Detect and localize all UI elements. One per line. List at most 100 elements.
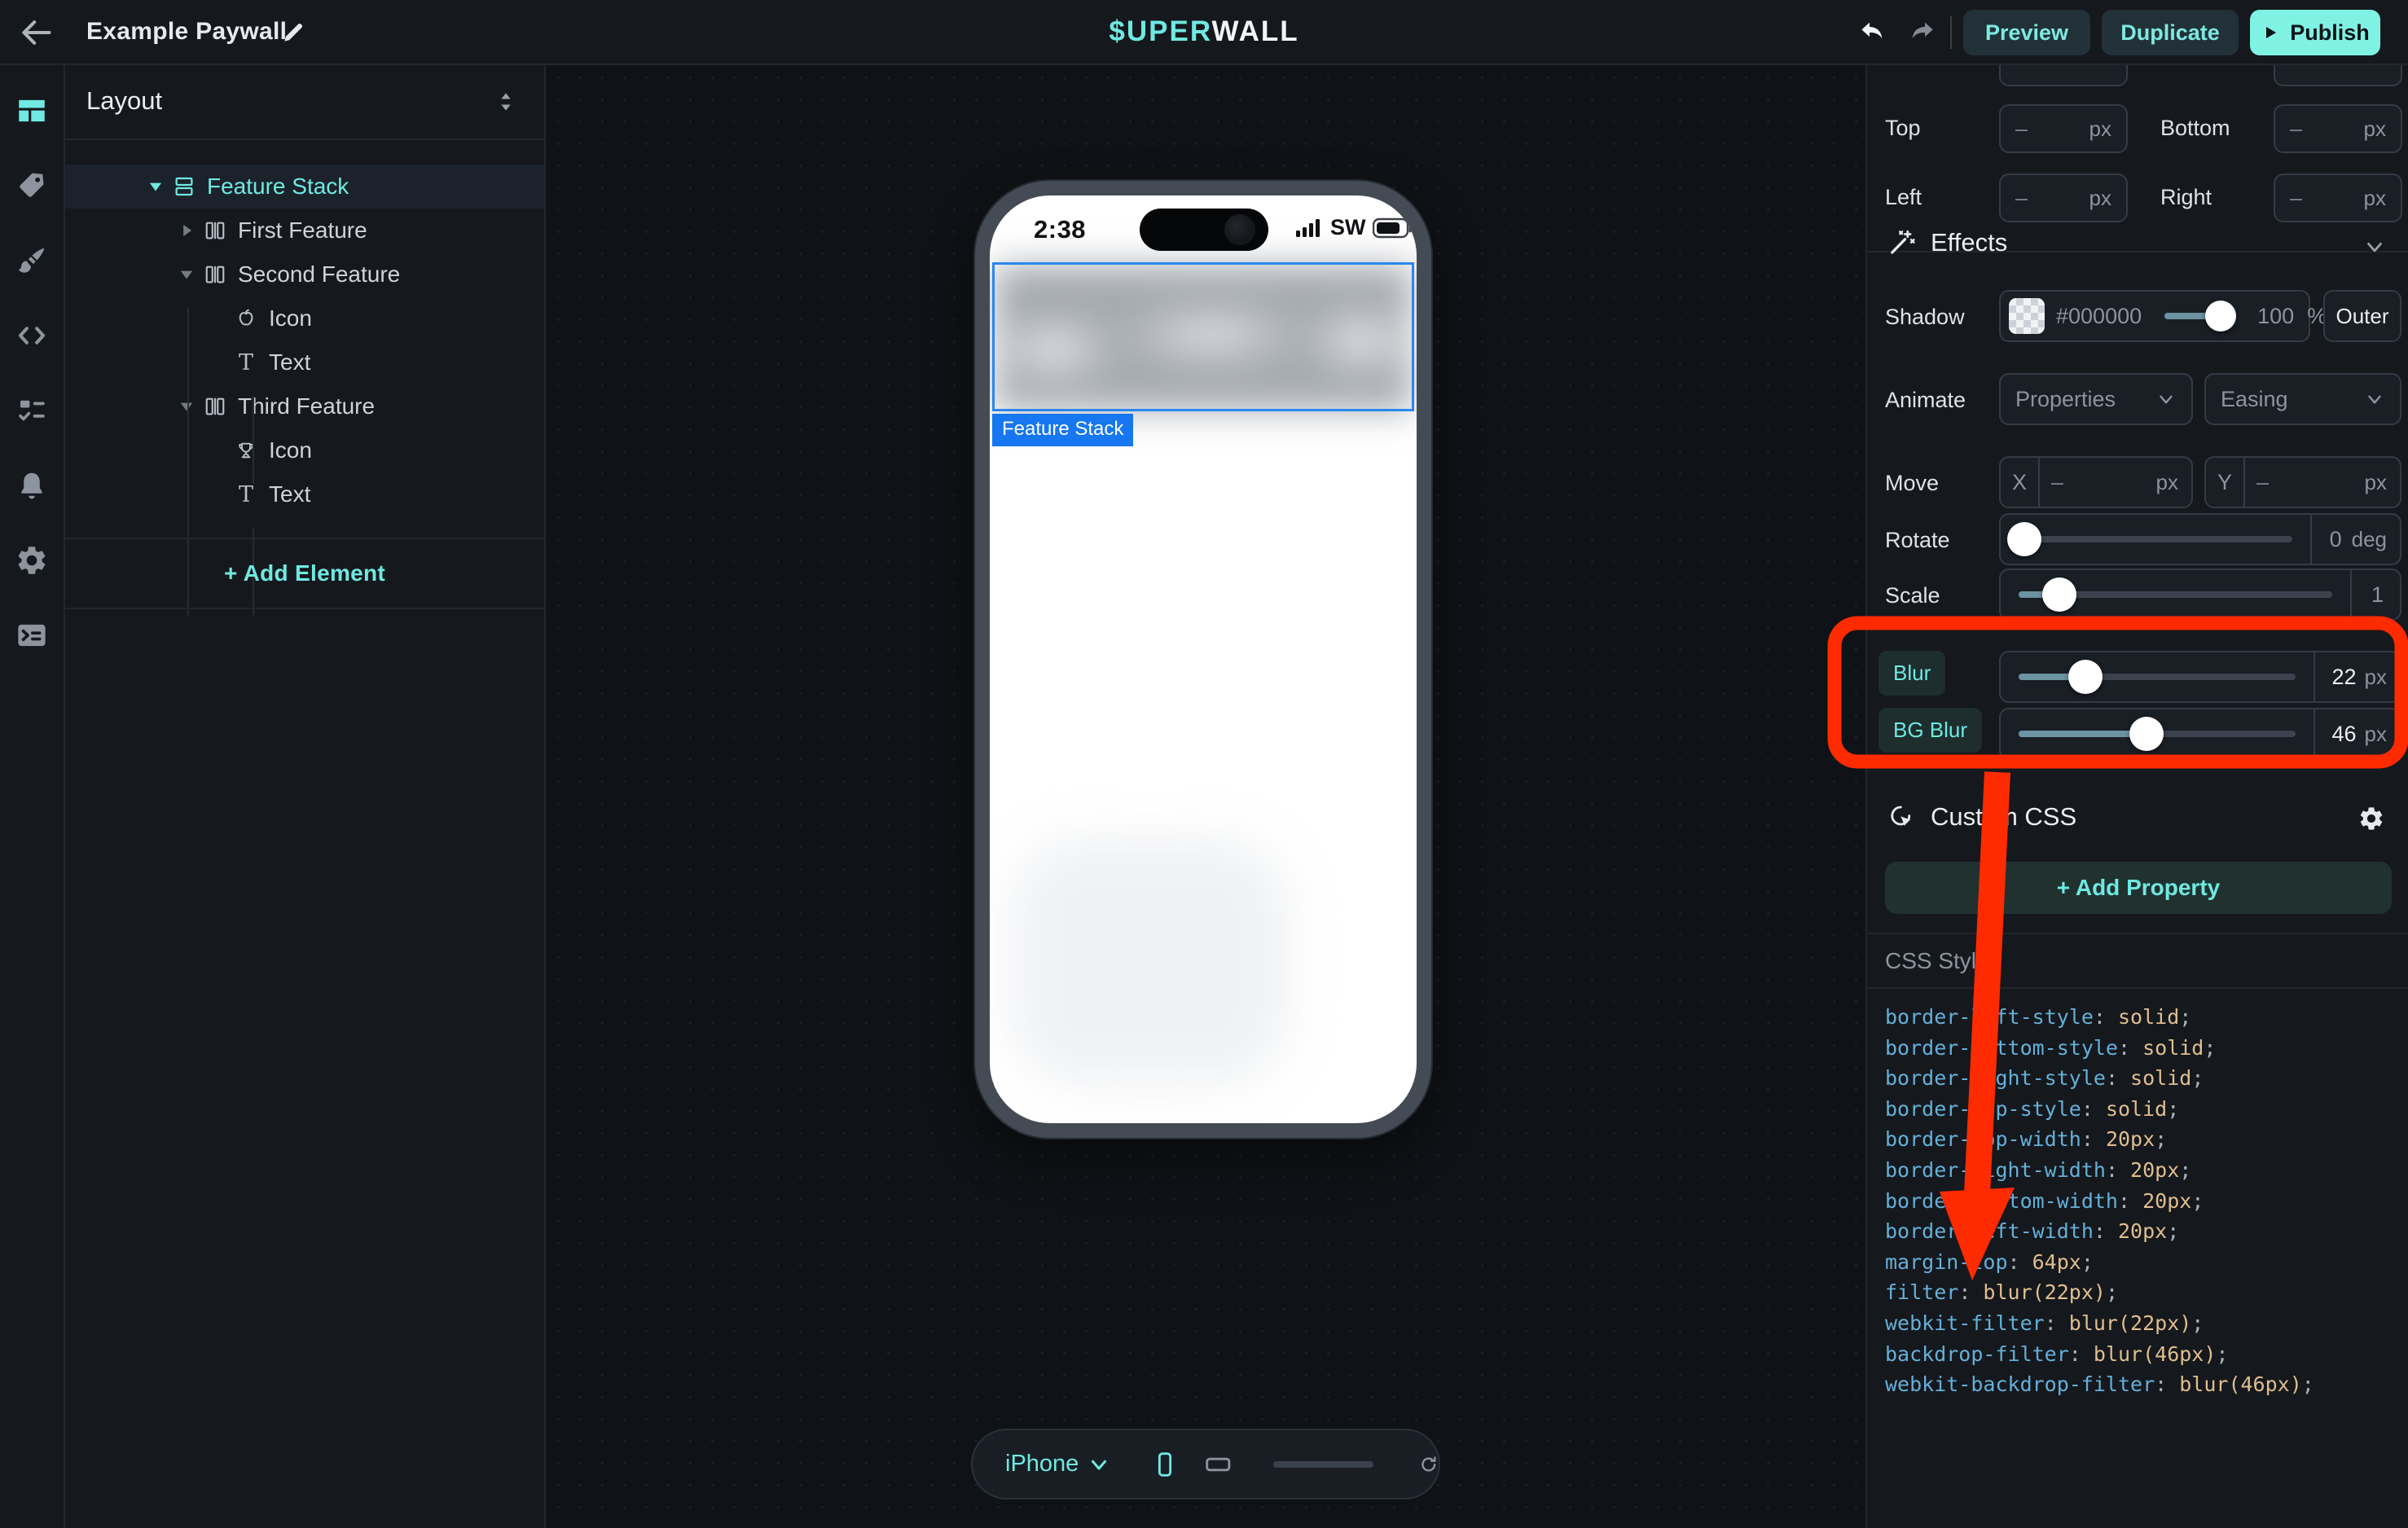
gear-icon[interactable] xyxy=(2357,805,2385,832)
move-x-input[interactable]: X – px xyxy=(1999,456,2193,508)
phone-screen[interactable]: 2:38 SW Fea xyxy=(990,195,1417,1123)
animate-label: Animate xyxy=(1885,388,1966,413)
scale-value[interactable]: 1 xyxy=(2371,582,2384,608)
tree-item-second-feature[interactable]: Second Feature xyxy=(65,252,544,296)
bg-blur-slider-knob[interactable] xyxy=(2129,717,2164,751)
shadow-opacity-slider[interactable] xyxy=(2164,313,2234,319)
shadow-opacity-value[interactable]: 100 xyxy=(2257,304,2294,329)
selection-outline[interactable] xyxy=(992,262,1414,411)
undo-icon[interactable] xyxy=(1856,15,1892,50)
css-code-block[interactable]: border-left-style: solid;border-bottom-s… xyxy=(1885,1002,2314,1400)
dynamic-island xyxy=(1140,209,1268,251)
blur-slider[interactable] xyxy=(2019,674,2296,680)
effects-header[interactable]: Effects xyxy=(1887,228,2007,257)
edit-title-icon[interactable] xyxy=(279,18,308,47)
rotate-slider-knob[interactable] xyxy=(2007,522,2041,556)
bell-icon[interactable] xyxy=(15,468,49,503)
gear-icon[interactable] xyxy=(15,543,49,577)
blur-control[interactable]: 22 px xyxy=(1999,651,2401,703)
move-y-input[interactable]: Y – px xyxy=(2204,456,2401,508)
landscape-icon[interactable] xyxy=(1206,1450,1231,1479)
css-line: filter: blur(22px); xyxy=(1885,1277,2314,1308)
code-icon[interactable] xyxy=(15,318,49,353)
signal-icon xyxy=(1296,217,1324,239)
tree-item-third-feature[interactable]: Third Feature xyxy=(65,384,544,428)
rotate-value[interactable]: 0 xyxy=(2330,527,2342,552)
bg-blur-value[interactable]: 46 xyxy=(2331,722,2356,747)
left-input[interactable]: –px xyxy=(1999,173,2128,222)
caret-down-icon[interactable] xyxy=(143,174,168,199)
canvas-zoom-slider[interactable] xyxy=(1273,1461,1374,1468)
device-select[interactable]: iPhone xyxy=(1005,1451,1079,1478)
rotate-slider[interactable] xyxy=(2019,536,2292,542)
tree-item-icon[interactable]: Icon xyxy=(65,428,544,472)
trophy-icon xyxy=(230,434,262,467)
redo-icon[interactable] xyxy=(1903,15,1939,50)
refresh-icon[interactable] xyxy=(1419,1448,1439,1481)
animate-easing-select[interactable]: Easing xyxy=(2204,373,2401,425)
tree-item-label: Feature Stack xyxy=(207,173,349,200)
preview-button[interactable]: Preview xyxy=(1963,10,2090,55)
bg-blur-slider[interactable] xyxy=(2019,731,2296,737)
zoom-slider-knob[interactable] xyxy=(1273,1461,1304,1492)
layout-grid-icon[interactable] xyxy=(15,94,49,128)
design-canvas[interactable]: 2:38 SW Fea xyxy=(547,67,1865,1528)
tree-item-first-feature[interactable]: First Feature xyxy=(65,209,544,252)
iphone-mockup: 2:38 SW Fea xyxy=(975,181,1431,1138)
bottom-input[interactable]: –px xyxy=(2274,104,2402,153)
caret-down-icon[interactable] xyxy=(174,262,199,287)
shadow-slider-knob[interactable] xyxy=(2205,301,2236,332)
back-icon[interactable] xyxy=(18,15,54,50)
tree-item-feature-stack[interactable]: Feature Stack xyxy=(65,165,544,209)
tree-item-text[interactable]: TText xyxy=(65,340,544,384)
top-input[interactable]: –px xyxy=(1999,104,2128,153)
right-input[interactable]: –px xyxy=(2274,173,2402,222)
faint-blur-blob xyxy=(1011,839,1288,1083)
scale-slider-knob[interactable] xyxy=(2042,577,2076,612)
element-tree: Feature Stack First FeatureSecond Feature… xyxy=(65,165,544,516)
terminal-icon[interactable] xyxy=(15,618,49,652)
bg-blur-badge[interactable]: BG Blur xyxy=(1879,708,1982,753)
caret-down-icon[interactable] xyxy=(174,394,199,419)
publish-button[interactable]: Publish xyxy=(2250,10,2380,55)
battery-icon xyxy=(1373,217,1415,239)
control-divider xyxy=(2038,458,2040,507)
task-list-icon[interactable] xyxy=(15,393,49,428)
shadow-control[interactable]: #000000 100 % xyxy=(1999,290,2310,342)
add-element-button[interactable]: + Add Element xyxy=(224,560,385,586)
css-line: border-right-width: 20px; xyxy=(1885,1155,2314,1186)
control-divider xyxy=(2310,515,2312,564)
custom-css-header[interactable]: Custom CSS xyxy=(1887,802,2076,832)
bg-blur-unit: px xyxy=(2365,722,2387,747)
shadow-color-swatch[interactable] xyxy=(2009,298,2045,334)
add-element-row[interactable]: + Add Element xyxy=(65,538,544,609)
paintbrush-icon[interactable] xyxy=(15,244,49,278)
scale-control[interactable]: 1 xyxy=(1999,569,2401,621)
caret-right-icon[interactable] xyxy=(174,218,199,243)
portrait-icon[interactable] xyxy=(1157,1443,1173,1486)
tag-icon[interactable] xyxy=(15,169,49,203)
tree-item-text[interactable]: TText xyxy=(65,472,544,516)
tree-item-icon[interactable]: Icon xyxy=(65,296,544,340)
rotate-control[interactable]: 0 deg xyxy=(1999,513,2401,565)
blur-badge[interactable]: Blur xyxy=(1879,651,1945,696)
blur-slider-knob[interactable] xyxy=(2068,660,2103,694)
duplicate-button[interactable]: Duplicate xyxy=(2102,10,2239,55)
shadow-mode-button[interactable]: Outer xyxy=(2323,290,2401,342)
bg-blur-control[interactable]: 46 px xyxy=(1999,708,2401,760)
scale-label: Scale xyxy=(1885,583,1940,608)
add-property-button[interactable]: + Add Property xyxy=(1885,862,2392,914)
chevron-down-icon[interactable] xyxy=(1087,1452,1111,1477)
indent-guide xyxy=(253,396,254,484)
magic-wand-icon xyxy=(1887,228,1916,257)
animate-properties-select[interactable]: Properties xyxy=(1999,373,2193,425)
scale-slider[interactable] xyxy=(2019,591,2332,598)
apple-icon xyxy=(230,302,262,335)
sort-icon[interactable] xyxy=(492,88,520,116)
css-line: webkit-filter: blur(22px); xyxy=(1885,1308,2314,1339)
effects-collapse-icon[interactable] xyxy=(2362,235,2387,259)
control-divider xyxy=(2243,458,2245,507)
toolbar-divider xyxy=(1950,16,1952,49)
blur-value[interactable]: 22 xyxy=(2331,665,2356,690)
shadow-hex[interactable]: #000000 xyxy=(2056,304,2142,329)
